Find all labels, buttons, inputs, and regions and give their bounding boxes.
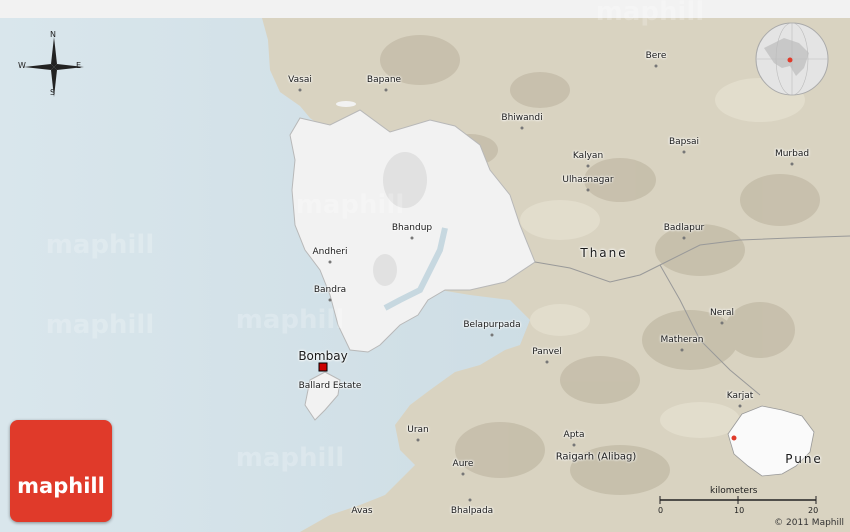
- place-dot: [680, 348, 684, 352]
- watermark: maphill: [45, 230, 155, 260]
- place-dot: [586, 164, 590, 168]
- place-dot: [682, 236, 686, 240]
- scale-bar: kilometers 0 10 20: [658, 486, 818, 516]
- place-dot: [416, 438, 420, 442]
- compass-w: W: [18, 61, 26, 70]
- place-apta: Apta: [563, 430, 585, 440]
- place-dot: [461, 472, 465, 476]
- place-dot: [410, 236, 414, 240]
- place-bombay: Bombay: [298, 349, 348, 363]
- place-uran: Uran: [407, 425, 429, 435]
- place-dot: [545, 360, 549, 364]
- place-ulhasnagar: Ulhasnagar: [562, 175, 614, 185]
- place-dot: [490, 333, 494, 337]
- scale-tick: 0: [658, 506, 664, 515]
- place-bapane: Bapane: [366, 75, 402, 85]
- place-bhandup: Bhandup: [391, 223, 433, 233]
- place-neral: Neral: [710, 308, 734, 318]
- place-dot: [298, 88, 302, 92]
- brand-text: maphill: [17, 474, 105, 498]
- copyright: © 2011 Maphill: [774, 518, 844, 528]
- place-dot: [572, 443, 576, 447]
- watermark: maphill: [295, 190, 405, 220]
- compass-rose: N S W E: [14, 30, 94, 102]
- place-pune: Pune: [785, 452, 823, 466]
- place-matheran: Matheran: [660, 335, 704, 345]
- scale-tick: 10: [734, 506, 745, 515]
- place-aure: Aure: [452, 459, 474, 469]
- place-kalyan: Kalyan: [572, 151, 604, 161]
- scale-title: kilometers: [710, 486, 758, 496]
- place-dot: [790, 162, 794, 166]
- maphill-logo[interactable]: maphill: [10, 420, 112, 522]
- place-dot: [468, 498, 472, 502]
- place-bere: Bere: [645, 51, 667, 61]
- scale-tick: 20: [808, 506, 819, 515]
- place-murbad: Murbad: [774, 149, 810, 159]
- place-dot: [520, 126, 524, 130]
- place-raigarh: Raigarh (Alibag): [555, 451, 637, 463]
- top-strip: [0, 0, 850, 18]
- compass-s: S: [50, 88, 56, 97]
- state-locator: [722, 404, 822, 484]
- watermark: maphill: [45, 310, 155, 340]
- place-dot: [586, 188, 590, 192]
- place-belapurpada: Belapurpada: [463, 320, 521, 330]
- locator-icon: [727, 405, 815, 477]
- place-dot: [328, 298, 332, 302]
- globe-locator: [754, 18, 830, 100]
- place-dot: [720, 321, 724, 325]
- watermark: maphill: [235, 443, 345, 473]
- place-avas: Avas: [351, 506, 373, 516]
- capital-marker: [318, 362, 328, 372]
- compass-n: N: [50, 30, 56, 39]
- watermark: maphill: [235, 305, 345, 335]
- place-bandra: Bandra: [313, 285, 347, 295]
- place-karjat: Karjat: [726, 391, 754, 401]
- place-bhiwandi: Bhiwandi: [501, 113, 543, 123]
- place-ballard-estate: Ballard Estate: [298, 381, 362, 391]
- place-vasai: Vasai: [288, 75, 312, 85]
- place-dot: [384, 88, 388, 92]
- place-thane: Thane: [580, 246, 628, 260]
- place-dot: [738, 404, 742, 408]
- map[interactable]: maphill maphill maphill maphill maphill …: [0, 0, 850, 532]
- watermark: maphill: [595, 0, 705, 27]
- place-dot: [654, 64, 658, 68]
- place-panvel: Panvel: [532, 347, 562, 357]
- place-bhalpada: Bhalpada: [450, 506, 494, 516]
- place-dot: [328, 260, 332, 264]
- place-andheri: Andheri: [312, 247, 348, 257]
- place-badlapur: Badlapur: [663, 223, 705, 233]
- place-bapsai: Bapsai: [668, 137, 700, 147]
- globe-icon: [755, 22, 829, 96]
- compass-e: E: [76, 61, 82, 70]
- place-dot: [682, 150, 686, 154]
